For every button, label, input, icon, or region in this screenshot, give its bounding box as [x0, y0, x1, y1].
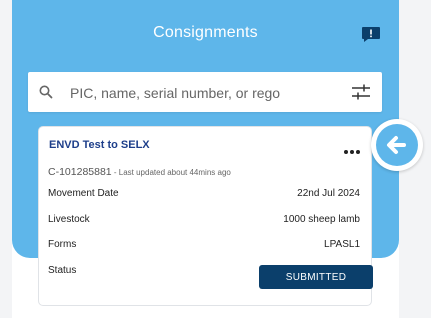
chat-alert-icon[interactable] [361, 26, 381, 43]
consignment-subline: C-101285881 - Last updated about 44mins … [48, 166, 231, 178]
search-bar [28, 72, 382, 112]
search-input[interactable] [68, 80, 332, 106]
forms-value: LPASL1 [324, 239, 360, 250]
search-icon [39, 85, 53, 99]
consignments-screen: Consignments ENVD Test to SELX C-1012858… [12, 0, 399, 318]
arrow-left-icon [387, 136, 406, 154]
status-button[interactable]: SUBMITTED [259, 265, 373, 289]
page-title: Consignments [153, 24, 258, 41]
consignment-card[interactable]: ENVD Test to SELX C-101285881 - Last upd… [38, 126, 373, 306]
status-label: Status [48, 265, 77, 276]
back-button[interactable] [371, 119, 423, 171]
last-updated-text: - Last updated about 44mins ago [111, 168, 231, 177]
livestock-value: 1000 sheep lamb [283, 214, 360, 225]
more-options-icon[interactable] [344, 141, 362, 154]
forms-label: Forms [48, 239, 77, 250]
livestock-label: Livestock [48, 214, 90, 225]
movement-date-value: 22nd Jul 2024 [297, 188, 360, 199]
consignment-name: ENVD Test to SELX [49, 139, 150, 151]
consignment-id: C-101285881 [48, 166, 112, 178]
filter-icon[interactable] [351, 83, 371, 101]
movement-date-label: Movement Date [48, 188, 119, 199]
